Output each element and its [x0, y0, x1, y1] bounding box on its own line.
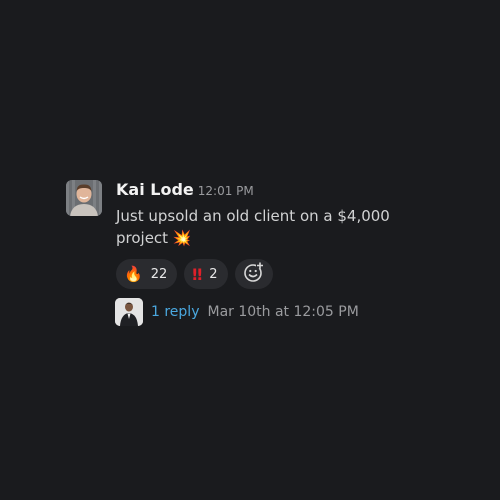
- reaction-count: 22: [150, 266, 168, 282]
- fire-emoji-icon: 🔥: [124, 264, 143, 283]
- collision-emoji-icon: 💥: [172, 229, 192, 247]
- author-name[interactable]: Kai Lode: [116, 180, 194, 199]
- message-text-line2: project: [116, 229, 169, 247]
- add-reaction-button[interactable]: [234, 259, 273, 289]
- thread-summary[interactable]: 1 reply Mar 10th at 12:05 PM: [115, 298, 466, 326]
- author-avatar[interactable]: [66, 180, 102, 216]
- message-content: Kai Lode 12:01 PM Just upsold an old clie…: [115, 180, 466, 326]
- message-text: Just upsold an old client on a $4,000 pr…: [116, 205, 416, 249]
- reaction-double-exclamation[interactable]: ‼ 2: [184, 259, 228, 289]
- reply-count-link[interactable]: 1 reply: [151, 304, 199, 320]
- replier-avatar: [115, 298, 143, 326]
- message-text-line1: Just upsold an old client on a $4,000: [116, 207, 390, 225]
- reaction-fire[interactable]: 🔥 22: [116, 259, 178, 289]
- reaction-bar: 🔥 22 ‼ 2: [116, 259, 466, 289]
- double-exclamation-emoji-icon: ‼: [192, 264, 202, 284]
- message-timestamp[interactable]: 12:01 PM: [198, 184, 254, 198]
- message-header: Kai Lode 12:01 PM: [116, 180, 466, 200]
- last-reply-time: Mar 10th at 12:05 PM: [207, 304, 359, 320]
- reaction-count: 2: [209, 266, 218, 282]
- add-emoji-reaction-icon: [243, 261, 265, 287]
